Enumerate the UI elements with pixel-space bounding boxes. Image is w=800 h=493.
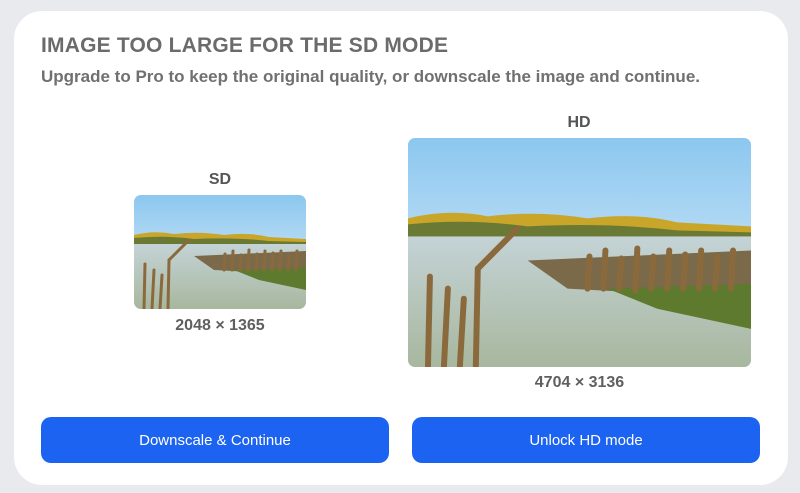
dialog-title: IMAGE TOO LARGE FOR THE SD MODE — [41, 34, 449, 57]
sd-dimensions: 2048 × 1365 — [175, 317, 265, 334]
sd-preview-image — [134, 195, 306, 309]
dialog-subtitle: Upgrade to Pro to keep the original qual… — [41, 67, 700, 86]
hd-preview-image — [408, 138, 751, 367]
unlock-hd-button[interactable]: Unlock HD mode — [412, 417, 760, 463]
downscale-continue-button[interactable]: Downscale & Continue — [41, 417, 389, 463]
hd-dimensions: 4704 × 3136 — [534, 374, 625, 391]
hd-label: HD — [567, 114, 591, 131]
sd-label: SD — [208, 171, 232, 188]
